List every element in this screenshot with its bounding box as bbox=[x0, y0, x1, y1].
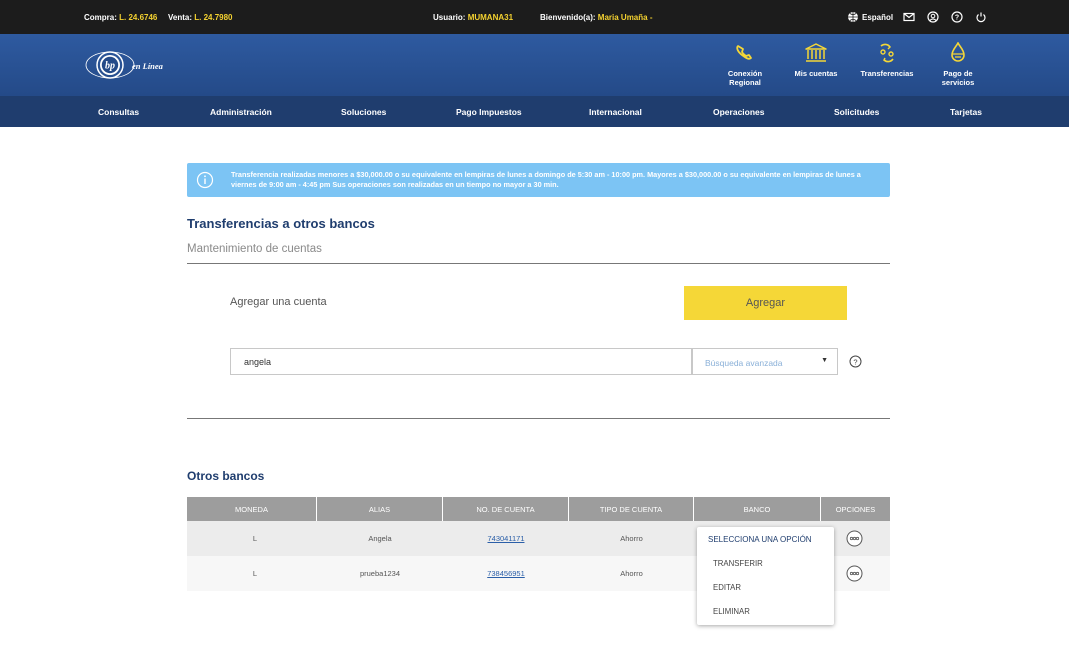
user-value: MUMANA31 bbox=[467, 13, 514, 22]
cell-account-link[interactable]: 743041171 bbox=[443, 521, 569, 556]
cell-alias: prueba1234 bbox=[359, 569, 401, 578]
user-info: Usuario: MUMANA31 bbox=[433, 13, 513, 22]
dropdown-header: SELECCIONA UNA OPCIÓN bbox=[708, 535, 812, 544]
help-icon[interactable]: ? bbox=[951, 11, 963, 23]
section-title: Otros bancos bbox=[187, 469, 265, 483]
chevron-down-icon: ▼ bbox=[821, 357, 828, 364]
sell-label: Venta: bbox=[168, 13, 193, 22]
nav-conexion-regional[interactable]: Conexión Regional bbox=[714, 42, 776, 87]
welcome-label: Bienvenido(a): bbox=[540, 13, 596, 22]
options-dropdown: SELECCIONA UNA OPCIÓN TRANSFERIR EDITAR … bbox=[697, 527, 834, 625]
svg-text:?: ? bbox=[955, 15, 959, 22]
welcome-info[interactable]: Bienvenido(a): Maria Umaña - bbox=[540, 13, 652, 22]
menu-solicitudes[interactable]: Solicitudes bbox=[834, 107, 879, 117]
menu-operaciones[interactable]: Operaciones bbox=[713, 107, 765, 117]
power-icon[interactable] bbox=[975, 11, 987, 23]
nav-transferencias[interactable]: Transferencias bbox=[856, 42, 918, 78]
buy-label: Compra: bbox=[84, 13, 117, 22]
more-options-icon[interactable] bbox=[846, 530, 863, 547]
divider bbox=[187, 263, 890, 264]
cell-tipo: Ahorro bbox=[620, 569, 643, 578]
bank-icon bbox=[805, 43, 827, 62]
table-header: MONEDA ALIAS NO. DE CUENTA TIPO DE CUENT… bbox=[187, 497, 890, 521]
column-header: BANCO bbox=[694, 497, 821, 521]
user-label: Usuario: bbox=[433, 13, 466, 22]
nav-pago-servicios[interactable]: Pago de servicios bbox=[927, 42, 989, 87]
main-menu: Consultas Administración Soluciones Pago… bbox=[0, 96, 1069, 127]
top-bar: Compra: L. 24.6746 Venta: L. 24.7980 Usu… bbox=[0, 0, 1069, 34]
banner-text: Transferencia realizadas menores a $30,0… bbox=[231, 170, 861, 189]
menu-consultas[interactable]: Consultas bbox=[98, 107, 139, 117]
exchange-buy: Compra: L. 24.6746 bbox=[84, 13, 157, 22]
bill-icon bbox=[951, 42, 965, 62]
buy-value: L. 24.6746 bbox=[119, 13, 158, 22]
exchange-sell: Venta: L. 24.7980 bbox=[168, 13, 233, 22]
menu-internacional[interactable]: Internacional bbox=[589, 107, 642, 117]
column-header: TIPO DE CUENTA bbox=[569, 497, 694, 521]
column-header: ALIAS bbox=[317, 497, 443, 521]
menu-soluciones[interactable]: Soluciones bbox=[341, 107, 386, 117]
page-title: Transferencias a otros bancos bbox=[187, 216, 375, 231]
info-banner: Transferencia realizadas menores a $30,0… bbox=[187, 163, 890, 197]
cell-account-link[interactable]: 738456951 bbox=[443, 556, 569, 591]
transfer-icon bbox=[880, 43, 894, 63]
info-icon bbox=[196, 171, 214, 189]
column-header: MONEDA bbox=[187, 497, 317, 521]
advanced-search-label: Búsqueda avanzada bbox=[705, 358, 783, 368]
add-account-button[interactable]: Agregar bbox=[684, 286, 847, 320]
sell-value: L. 24.7980 bbox=[194, 13, 233, 22]
nav-label: Regional bbox=[729, 78, 761, 87]
add-account-label: Agregar una cuenta bbox=[230, 296, 327, 308]
bank-logo[interactable]: bp en Línea bbox=[84, 48, 172, 82]
header: bp en Línea Conexión Regional Mis cuenta… bbox=[0, 34, 1069, 96]
nav-label: servicios bbox=[941, 78, 975, 87]
nav-label: Mis cuentas bbox=[794, 69, 838, 78]
menu-tarjetas[interactable]: Tarjetas bbox=[950, 107, 982, 117]
globe-icon[interactable] bbox=[847, 11, 859, 23]
option-eliminar[interactable]: ELIMINAR bbox=[713, 607, 750, 616]
menu-pago-impuestos[interactable]: Pago Impuestos bbox=[456, 107, 522, 117]
page-subtitle: Mantenimiento de cuentas bbox=[187, 243, 322, 255]
cell-moneda: L bbox=[252, 534, 258, 543]
mail-icon[interactable] bbox=[903, 11, 915, 23]
column-header: OPCIONES bbox=[835, 504, 876, 514]
phone-icon bbox=[736, 45, 752, 60]
divider bbox=[187, 418, 890, 419]
language-selector[interactable]: Español bbox=[862, 13, 893, 22]
option-transferir[interactable]: TRANSFERIR bbox=[713, 559, 763, 568]
cell-alias: Angela bbox=[368, 534, 392, 543]
more-options-icon[interactable] bbox=[846, 565, 863, 582]
cell-moneda: L bbox=[252, 569, 258, 578]
svg-text:en Línea: en Línea bbox=[132, 61, 164, 71]
svg-text:?: ? bbox=[853, 357, 857, 366]
nav-mis-cuentas[interactable]: Mis cuentas bbox=[785, 42, 847, 78]
advanced-search-select[interactable]: Búsqueda avanzada ▼ bbox=[692, 348, 838, 375]
option-editar[interactable]: EDITAR bbox=[713, 583, 741, 592]
nav-label: Pago de bbox=[943, 69, 973, 78]
svg-text:bp: bp bbox=[105, 61, 115, 72]
menu-administracion[interactable]: Administración bbox=[210, 107, 272, 117]
column-header: NO. DE CUENTA bbox=[443, 497, 569, 521]
nav-label: Conexión bbox=[727, 69, 763, 78]
welcome-value[interactable]: Maria Umaña - bbox=[598, 13, 653, 22]
nav-label: Transferencias bbox=[860, 69, 914, 78]
question-icon[interactable]: ? bbox=[849, 355, 862, 368]
profile-icon[interactable] bbox=[927, 11, 939, 23]
search-input[interactable] bbox=[230, 348, 692, 375]
cell-tipo: Ahorro bbox=[620, 534, 643, 543]
